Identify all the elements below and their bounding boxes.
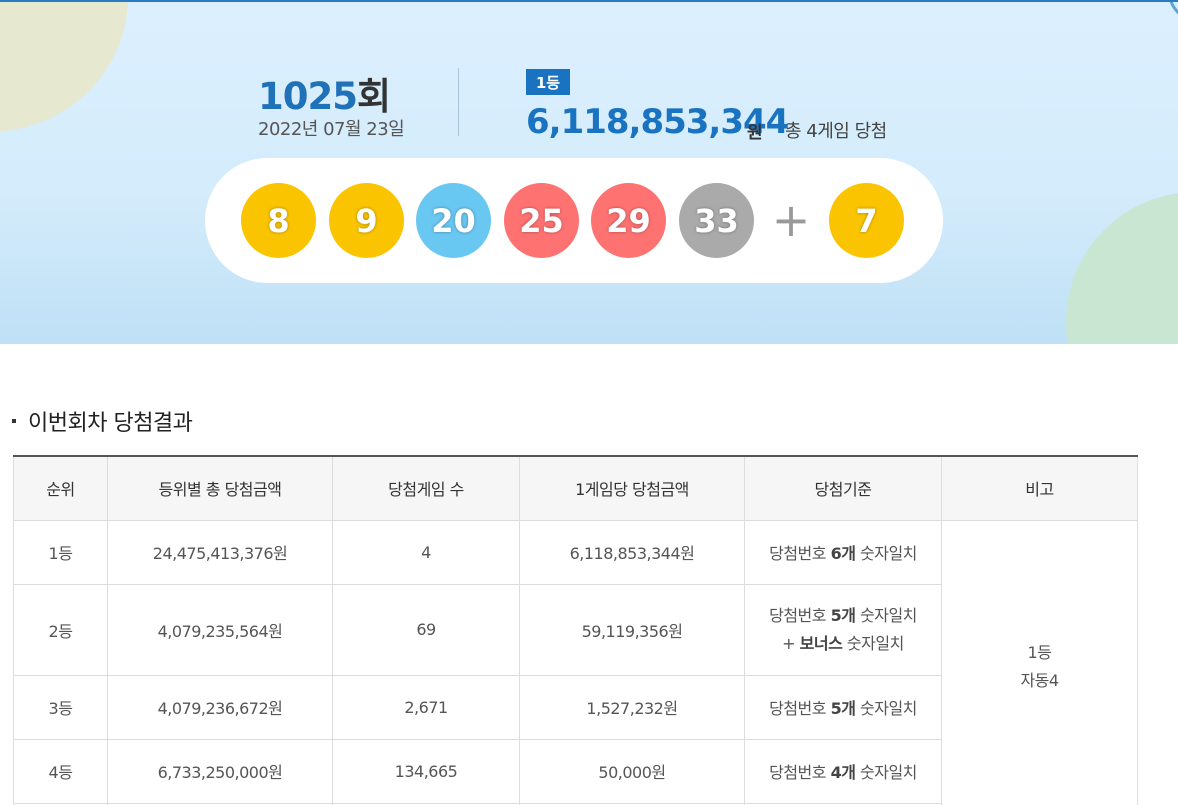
draw-date: 2022년 07월 23일 <box>258 119 405 140</box>
draw-number: 1025회 <box>258 75 391 118</box>
draw-result-banner: 1025회 2022년 07월 23일 1등 6,118,853,344 원 총… <box>0 0 1178 344</box>
number-ball-4: 25 <box>504 183 579 258</box>
header-criteria: 당첨기준 <box>744 455 942 521</box>
prize-per-game-cell: 1,527,232원 <box>519 674 745 740</box>
section-title-text: 이번회차 당첨결과 <box>28 411 193 436</box>
header-total-prize: 등위별 총 당첨금액 <box>107 455 333 521</box>
results-table: 순위 등위별 총 당첨금액 당첨게임 수 1게임당 당첨금액 당첨기준 비고 1… <box>13 455 1138 805</box>
plus-icon: + <box>771 193 811 247</box>
total-prize-cell: 24,475,413,376원 <box>107 519 333 585</box>
total-prize-cell: 4,079,235,564원 <box>107 583 333 676</box>
number-ball-2: 9 <box>329 183 404 258</box>
criteria-cell: 당첨번호 4개 숫자일치 <box>744 738 942 804</box>
decorative-circle <box>0 2 128 132</box>
prize-per-game-cell: 50,000원 <box>519 738 745 804</box>
table-header-row: 순위 등위별 총 당첨금액 당첨게임 수 1게임당 당첨금액 당첨기준 비고 <box>13 455 1138 521</box>
winner-count-cell: 69 <box>332 583 520 676</box>
header-prize-per-game: 1게임당 당첨금액 <box>519 455 745 521</box>
bonus-ball: 7 <box>829 183 904 258</box>
number-ball-3: 20 <box>416 183 491 258</box>
number-ball-5: 29 <box>591 183 666 258</box>
number-ball-1: 8 <box>241 183 316 258</box>
winner-count-cell: 2,671 <box>332 674 520 740</box>
table-row: 1등 24,475,413,376원 4 6,118,853,344원 당첨번호… <box>13 519 1138 805</box>
rank-cell: 4등 <box>13 738 108 804</box>
note-cell: 1등 자동4 <box>941 519 1138 805</box>
prize-per-game-cell: 59,119,356원 <box>519 583 745 676</box>
prize-per-game-cell: 6,118,853,344원 <box>519 519 745 585</box>
header-rank: 순위 <box>13 455 108 521</box>
first-prize-badge: 1등 <box>526 69 570 95</box>
header-winner-count: 당첨게임 수 <box>332 455 520 521</box>
divider <box>458 68 459 136</box>
currency-unit: 원 <box>747 123 763 143</box>
rank-cell: 2등 <box>13 583 108 676</box>
header-note: 비고 <box>941 455 1138 521</box>
bullet-icon <box>12 419 16 423</box>
number-ball-6: 33 <box>679 183 754 258</box>
criteria-cell: 당첨번호 6개 숫자일치 <box>744 519 942 585</box>
rank-cell: 3등 <box>13 674 108 740</box>
decorative-ring <box>1168 2 1178 22</box>
rank-cell: 1등 <box>13 519 108 585</box>
total-prize-cell: 6,733,250,000원 <box>107 738 333 804</box>
total-prize-cell: 4,079,236,672원 <box>107 674 333 740</box>
criteria-cell: 당첨번호 5개 숫자일치 + 보너스 숫자일치 <box>744 583 942 676</box>
winner-count-cell: 134,665 <box>332 738 520 804</box>
winner-count-cell: 4 <box>332 519 520 585</box>
criteria-cell: 당첨번호 5개 숫자일치 <box>744 674 942 740</box>
section-title: 이번회차 당첨결과 <box>12 405 193 437</box>
first-prize-winners: 총 4게임 당첨 <box>785 121 887 142</box>
decorative-circle <box>1066 192 1178 344</box>
